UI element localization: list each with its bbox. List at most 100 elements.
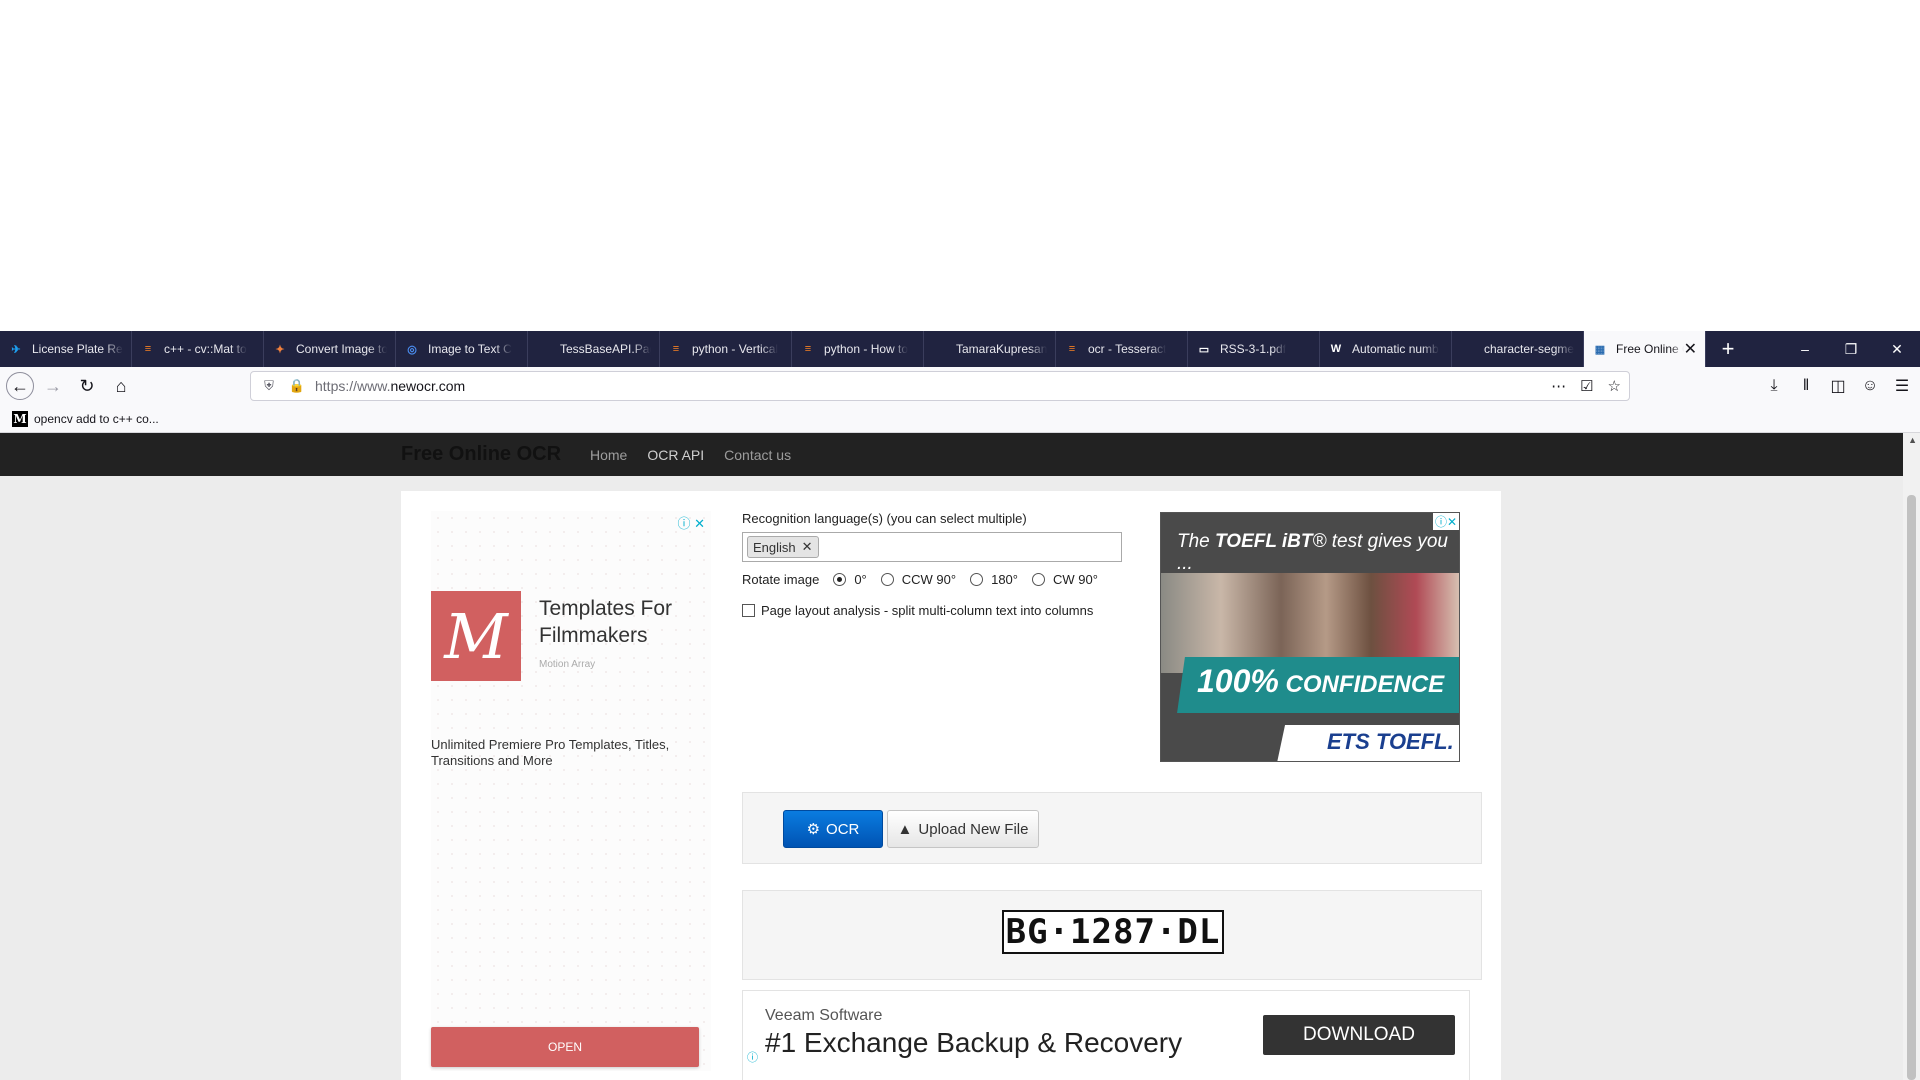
new-tab-button[interactable]: + xyxy=(1706,331,1750,367)
site-brand[interactable]: Free Online OCR xyxy=(401,443,561,466)
convertio-icon: ✦ xyxy=(275,343,285,356)
ocr-options-form: Recognition language(s) (you can select … xyxy=(742,511,1142,618)
pdf-icon: ▭ xyxy=(1198,343,1210,356)
reload-button[interactable]: ↻ xyxy=(72,371,102,401)
tab-0[interactable]: ✈ License Plate Rec xyxy=(0,331,132,367)
bookmark-item[interactable]: M opencv add to c++ co... xyxy=(12,410,159,427)
language-select[interactable]: English ✕ xyxy=(742,532,1122,562)
page-scrollbar[interactable]: ▲ xyxy=(1903,433,1920,1080)
language-chip[interactable]: English ✕ xyxy=(747,536,819,558)
tab-3[interactable]: ◎ Image to Text C xyxy=(396,331,528,367)
adchoices-icon[interactable]: ⓘ ✕ xyxy=(677,513,705,532)
toolbar-right: ⤓ ‖ ◫ ☺ ☰ xyxy=(1764,371,1912,401)
tab-label: RSS-3-1.pdf xyxy=(1220,342,1287,356)
blank-region xyxy=(0,0,1920,331)
library-icon[interactable]: ‖ xyxy=(1796,377,1816,395)
headline-brand: TOEFL iBT xyxy=(1215,531,1313,552)
tab-label: Convert Image to xyxy=(296,342,387,356)
grid-icon: ▦ xyxy=(1594,343,1606,356)
window-controls: – ❐ ✕ xyxy=(1782,331,1920,367)
download-icon[interactable]: ⤓ xyxy=(1764,377,1784,395)
adchoices-icon[interactable]: ⓘ xyxy=(747,1049,758,1065)
ad-title[interactable]: Templates For Filmmakers xyxy=(539,595,709,649)
bookmark-star-icon[interactable]: ☆ xyxy=(1608,377,1621,395)
url-actions: ⋯ ☑ ☆ xyxy=(1551,372,1621,400)
upload-button-label: Upload New File xyxy=(918,820,1029,838)
rotate-ccw90-radio[interactable] xyxy=(880,573,894,586)
tab-label: License Plate Rec xyxy=(32,342,123,356)
upload-new-file-button[interactable]: ▲ Upload New File xyxy=(887,810,1039,848)
restore-button[interactable]: ❐ xyxy=(1828,331,1874,367)
image-preview-panel: BG·1287·DL xyxy=(742,890,1482,980)
home-icon: ⌂ xyxy=(115,375,127,396)
rotate-180-radio[interactable] xyxy=(970,573,984,586)
tab-label: python - Vertical xyxy=(692,342,779,356)
upload-icon: ▲ xyxy=(897,820,913,838)
blank-icon xyxy=(932,341,948,357)
layout-analysis-checkbox[interactable] xyxy=(742,604,755,617)
tab-6[interactable]: ≡ python - How to xyxy=(792,331,924,367)
tab-1[interactable]: ≡ c++ - cv::Mat to xyxy=(132,331,264,367)
stackoverflow-icon: ≡ xyxy=(804,343,812,355)
forward-button[interactable]: → xyxy=(38,371,68,401)
tab-active[interactable]: ▦ Free Online O ✕ xyxy=(1584,331,1706,367)
rotate-cw90-radio[interactable] xyxy=(1031,573,1045,586)
minimize-button[interactable]: – xyxy=(1782,331,1828,367)
confidence-text: 100% CONFIDENCE xyxy=(1197,663,1444,700)
reload-icon: ↻ xyxy=(79,375,95,396)
stackoverflow-icon: ≡ xyxy=(144,343,152,355)
tab-4[interactable]: TessBaseAPI.PageSeg xyxy=(528,331,660,367)
home-button[interactable]: ⌂ xyxy=(106,371,136,401)
nav-home[interactable]: Home xyxy=(590,447,627,463)
url-bar[interactable]: ⛨ 🔒 https://www. newocr.com ⋯ ☑ ☆ xyxy=(250,371,1630,401)
rotate-cw90-label: CW 90° xyxy=(1052,572,1098,587)
back-button[interactable]: ← xyxy=(6,372,34,400)
toefl-headline: The TOEFL iBT® test gives you ... xyxy=(1177,531,1459,575)
remove-language-icon[interactable]: ✕ xyxy=(802,539,813,555)
layout-analysis-option: Page layout analysis - split multi-colum… xyxy=(742,603,1142,618)
download-button[interactable]: DOWNLOAD xyxy=(1263,1015,1455,1055)
sidebar-icon[interactable]: ◫ xyxy=(1828,376,1848,396)
tab-2[interactable]: ✦ Convert Image to xyxy=(264,331,396,367)
tab-11[interactable]: character-segme xyxy=(1452,331,1584,367)
bird-icon: ✈ xyxy=(11,343,21,356)
close-tab-icon[interactable]: ✕ xyxy=(1684,339,1697,359)
scroll-up-icon[interactable]: ▲ xyxy=(1908,435,1917,445)
wikipedia-icon: W xyxy=(1330,343,1342,355)
menu-icon[interactable]: ☰ xyxy=(1892,376,1912,396)
ocr-action-panel: ⚙ OCR ▲ Upload New File xyxy=(742,792,1482,864)
shield-icon: ⛨ xyxy=(264,378,274,393)
account-icon[interactable]: ☺ xyxy=(1860,377,1880,395)
headline-pre: The xyxy=(1177,531,1216,552)
scroll-thumb[interactable] xyxy=(1907,495,1916,1080)
ad-open-button[interactable]: OPEN xyxy=(431,1027,699,1067)
rotate-0-radio[interactable] xyxy=(833,573,847,586)
license-plate-image: BG·1287·DL xyxy=(1002,910,1224,954)
ad-sponsor: Motion Array xyxy=(539,659,596,670)
gear-icon: ⚙ xyxy=(806,821,821,838)
tab-label: Free Online O xyxy=(1616,342,1684,356)
tab-8[interactable]: ≡ ocr - Tesseract xyxy=(1056,331,1188,367)
left-ad[interactable]: ⓘ ✕ M Templates For Filmmakers Motion Ar… xyxy=(431,511,711,1071)
bookmark-label: opencv add to c++ co... xyxy=(34,411,159,426)
tab-label: TamaraKupresan xyxy=(956,342,1047,356)
more-actions-icon[interactable]: ⋯ xyxy=(1551,377,1566,395)
nav-ocr-api[interactable]: OCR API xyxy=(647,447,704,463)
ocr-button[interactable]: ⚙ OCR xyxy=(783,810,883,848)
confidence-number: 100% xyxy=(1197,663,1279,699)
adchoices-icon[interactable]: ⓘ✕ xyxy=(1432,513,1459,530)
arrow-left-icon: ← xyxy=(11,375,29,396)
tab-label: TessBaseAPI.PageSeg xyxy=(560,342,651,356)
close-window-button[interactable]: ✕ xyxy=(1874,331,1920,367)
tab-9[interactable]: ▭ RSS-3-1.pdf xyxy=(1188,331,1320,367)
pocket-icon[interactable]: ☑ xyxy=(1580,377,1593,395)
tab-10[interactable]: W Automatic numb xyxy=(1320,331,1452,367)
tab-5[interactable]: ≡ python - Vertical xyxy=(660,331,792,367)
veeam-ad[interactable]: Veeam Software #1 Exchange Backup & Reco… xyxy=(742,990,1470,1080)
ad-headline[interactable]: #1 Exchange Backup & Recovery xyxy=(765,1027,1182,1059)
tab-7[interactable]: TamaraKupresan xyxy=(924,331,1056,367)
toefl-ad[interactable]: The TOEFL iBT® test gives you ... 100% C… xyxy=(1160,512,1460,762)
nav-contact[interactable]: Contact us xyxy=(724,447,791,463)
language-chip-label: English xyxy=(753,539,796,555)
rotate-ccw90-label: CCW 90° xyxy=(901,572,957,587)
